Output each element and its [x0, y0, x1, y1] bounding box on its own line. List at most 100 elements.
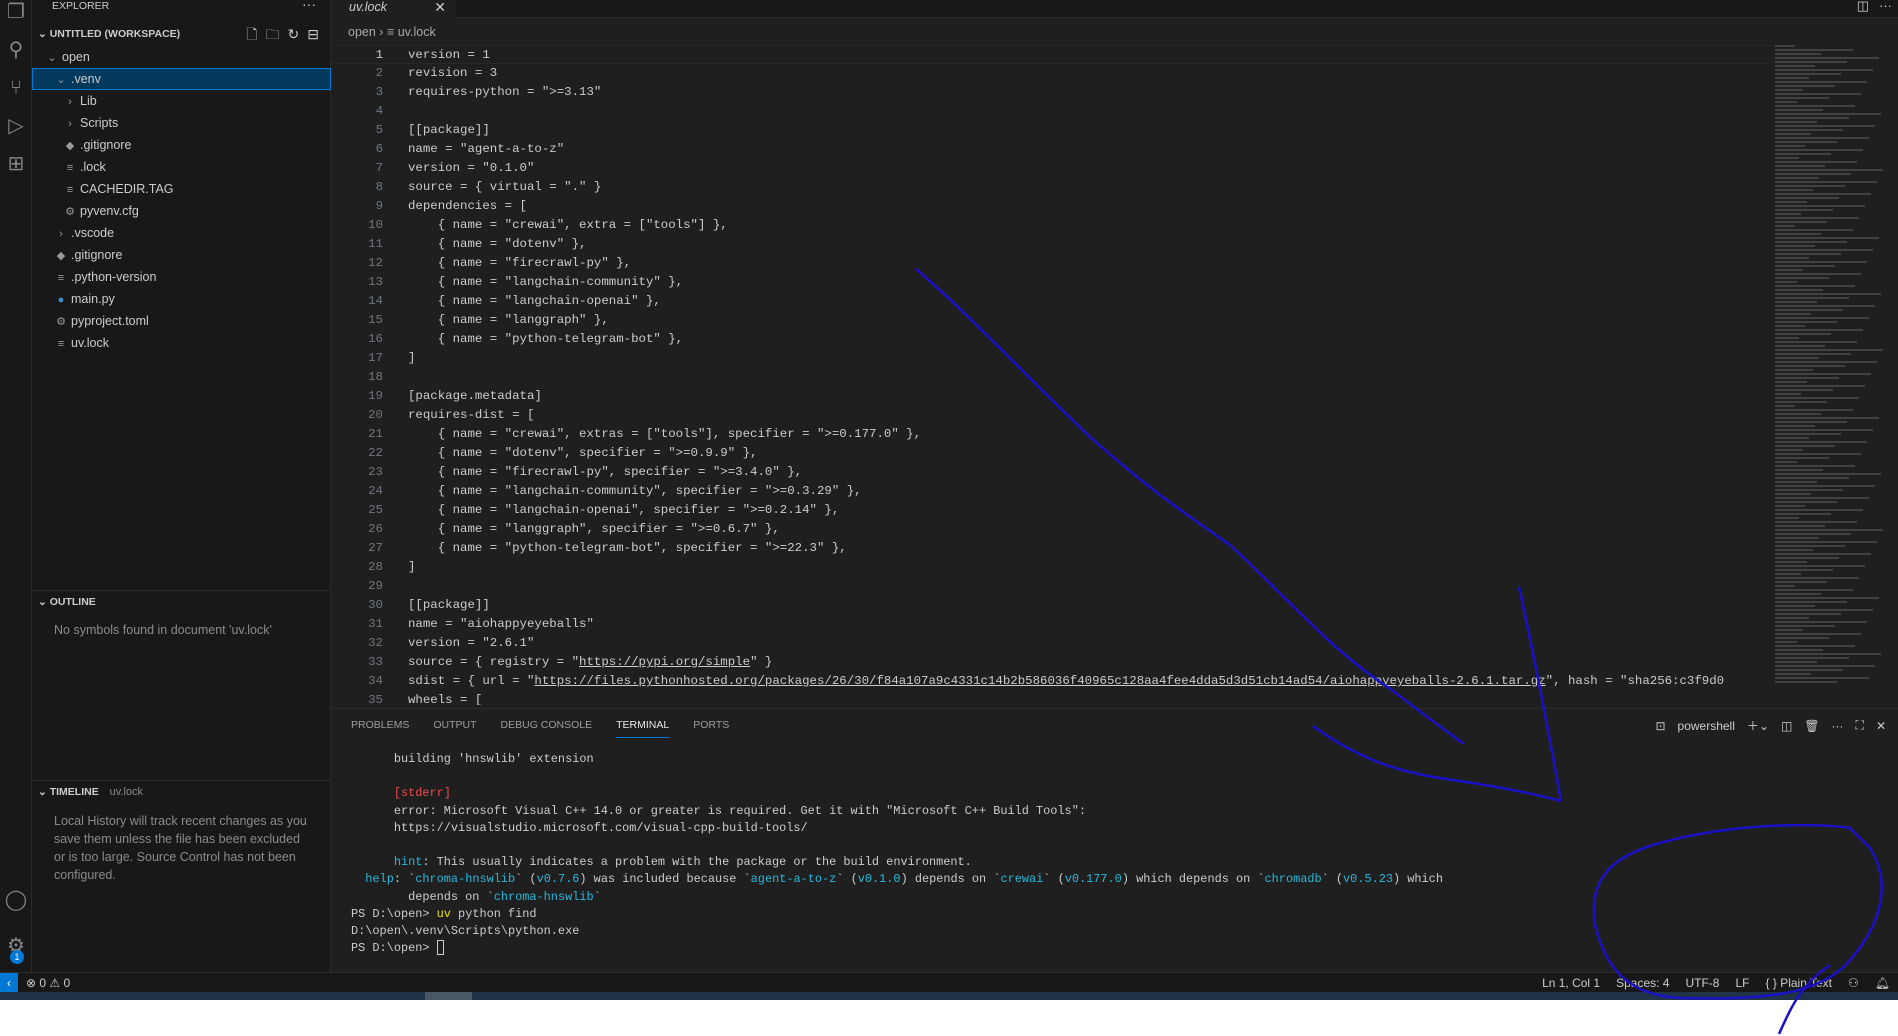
new-folder-icon[interactable]: 🗀	[266, 24, 280, 44]
code-editor[interactable]: 1 version = 1 2 revision = 3 3 requires-pytho…	[331, 45, 1771, 705]
tab-ports[interactable]: PORTS	[693, 719, 729, 738]
horizontal-scrollbar-thumb[interactable]	[425, 992, 472, 1000]
minimap-line	[1775, 357, 1819, 359]
tab-debug-console[interactable]: DEBUG CONSOLE	[501, 719, 593, 738]
more-actions-icon[interactable]: ···	[1832, 719, 1844, 733]
minimap-line	[1775, 257, 1809, 259]
tab-uv-lock[interactable]: uv.lock ✕	[331, 0, 456, 18]
minimap-line	[1775, 513, 1831, 515]
tree-item[interactable]: ⌄ open	[32, 46, 331, 68]
tree-item[interactable]: ◆ .gitignore	[32, 134, 331, 156]
code-line: 11 { name = "dotenv" },	[331, 235, 1771, 254]
line-number: 31	[368, 617, 383, 631]
tree-item[interactable]: ≡ .lock	[32, 156, 331, 178]
minimap-line	[1775, 625, 1835, 627]
language-mode[interactable]: { } Plain Text	[1766, 973, 1833, 993]
line-text: { name = "dotenv", specifier = ">=0.9.9"…	[408, 446, 758, 460]
minimap-line	[1775, 297, 1849, 299]
minimap-line	[1775, 129, 1843, 131]
outline-header[interactable]: ⌄ OUTLINE	[32, 590, 331, 612]
chevron-down-icon: ⌄	[38, 786, 50, 798]
minimap-line	[1775, 269, 1803, 271]
tree-item[interactable]: ◆ .gitignore	[32, 244, 331, 266]
minimap-line	[1775, 389, 1833, 391]
minimap[interactable]	[1773, 45, 1891, 705]
bell-icon[interactable]: 🔔︎	[1875, 973, 1890, 993]
code-line: 29	[331, 577, 1771, 596]
tree-item[interactable]: ● main.py	[32, 288, 331, 310]
tree-item[interactable]: ⌄ .venv	[32, 68, 331, 90]
terminal-text: ) was included because `	[579, 872, 751, 887]
url-link[interactable]: https://pypi.org/simple	[579, 655, 750, 669]
tree-item[interactable]: ⚙ pyproject.toml	[32, 310, 331, 332]
tree-item[interactable]: ≡ uv.lock	[32, 332, 331, 354]
line-ending[interactable]: LF	[1735, 973, 1749, 993]
encoding[interactable]: UTF-8	[1685, 973, 1719, 993]
tab-terminal[interactable]: TERMINAL	[616, 719, 670, 738]
more-actions-button[interactable]: ···	[302, 0, 316, 12]
breadcrumb-file[interactable]: uv.lock	[398, 25, 436, 39]
tab-problems[interactable]: PROBLEMS	[351, 719, 409, 738]
terminal-text: hint	[393, 855, 423, 870]
tree-item[interactable]: › Scripts	[32, 112, 331, 134]
indentation[interactable]: Spaces: 4	[1616, 973, 1669, 993]
minimap-line	[1775, 249, 1873, 251]
tree-item[interactable]: › Lib	[32, 90, 331, 112]
minimap-line	[1775, 77, 1809, 79]
explorer-icon[interactable]: ❐	[4, 0, 28, 24]
close-panel-icon[interactable]: ✕	[1876, 719, 1886, 733]
tree-item[interactable]: ⚙ pyvenv.cfg	[32, 200, 331, 222]
terminal-shell-name[interactable]: powershell	[1678, 719, 1735, 733]
source-control-icon[interactable]: ⑂	[4, 76, 28, 100]
code-line: 3 requires-python = ">=3.13"	[331, 83, 1771, 102]
split-terminal-icon[interactable]: ◫	[1781, 719, 1792, 733]
line-text: { name = "dotenv" },	[408, 237, 587, 251]
tree-item[interactable]: ≡ CACHEDIR.TAG	[32, 178, 331, 200]
maximize-panel-icon[interactable]: ⛶	[1856, 718, 1864, 733]
remote-indicator-icon[interactable]: ‹	[0, 973, 18, 993]
terminal-text: `	[593, 889, 601, 904]
timeline-header[interactable]: ⌄ TIMELINE uv.lock	[32, 780, 331, 802]
minimap-line	[1775, 521, 1857, 523]
line-text: [package.metadata]	[408, 389, 542, 403]
code-line: 14 { name = "langchain-openai" },	[331, 292, 1771, 311]
new-file-icon[interactable]: 🗋	[246, 24, 257, 44]
terminal-output[interactable]: building 'hnswlib' extension [stderr] er…	[351, 751, 1443, 957]
extensions-icon[interactable]: ⊞	[4, 152, 28, 176]
more-actions-icon[interactable]: ···	[1879, 0, 1892, 14]
workspace-title: UNTITLED (WORKSPACE)	[49, 28, 181, 40]
line-text: requires-python = ">=3.13"	[408, 85, 602, 99]
minimap-line	[1775, 53, 1821, 55]
outline-empty-message: No symbols found in document 'uv.lock'	[54, 623, 272, 637]
new-terminal-icon[interactable]: ＋⌄	[1747, 717, 1769, 734]
cursor-position[interactable]: Ln 1, Col 1	[1542, 973, 1600, 993]
line-text: dependencies = [	[408, 199, 527, 213]
minimap-line	[1775, 169, 1883, 171]
minimap-line	[1775, 541, 1877, 543]
account-icon[interactable]: ◯	[4, 888, 28, 912]
close-icon[interactable]: ✕	[434, 0, 446, 14]
line-number: 32	[368, 636, 383, 650]
url-link[interactable]: https://files.pythonhosted.org/packages/…	[534, 674, 1545, 688]
split-editor-icon[interactable]: ◫	[1857, 0, 1869, 14]
tree-item[interactable]: ≡ .python-version	[32, 266, 331, 288]
run-debug-icon[interactable]: ▷	[4, 114, 28, 138]
minimap-line	[1775, 57, 1879, 59]
copilot-icon[interactable]: ⚇	[1848, 973, 1859, 993]
refresh-icon[interactable]: ↻	[288, 24, 300, 44]
minimap-line	[1775, 181, 1877, 183]
tree-item-label: .venv	[71, 72, 101, 86]
problems-indicator[interactable]: ⊗ 0 ⚠ 0	[26, 973, 70, 993]
collapse-all-icon[interactable]: ⊟	[307, 24, 319, 44]
breadcrumb-folder[interactable]: open	[348, 25, 376, 39]
tree-item[interactable]: › .vscode	[32, 222, 331, 244]
minimap-line	[1775, 465, 1855, 467]
workspace-header[interactable]: ⌄ UNTITLED (WORKSPACE) 🗋 🗀 ↻ ⊟	[32, 24, 331, 44]
line-text: { name = "python-telegram-bot" },	[408, 332, 684, 346]
tab-output[interactable]: OUTPUT	[433, 719, 476, 738]
error-count: 0	[39, 976, 47, 990]
search-icon[interactable]: ⚲	[4, 38, 28, 62]
minimap-line	[1775, 253, 1841, 255]
trash-icon[interactable]: 🗑	[1804, 719, 1819, 733]
